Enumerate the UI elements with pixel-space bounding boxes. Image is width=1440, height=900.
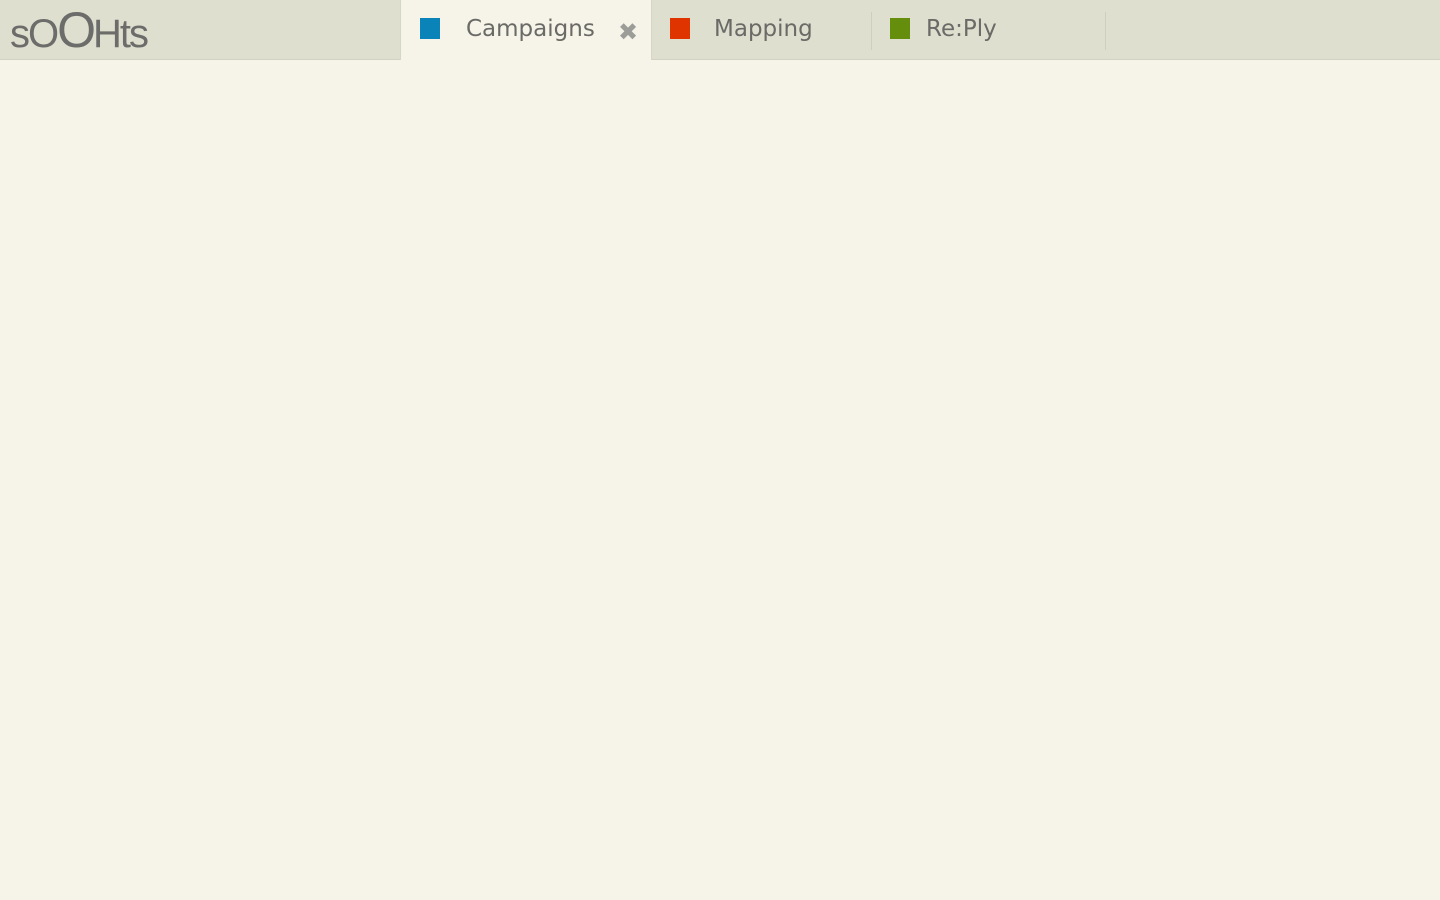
logo-part: O: [57, 2, 96, 58]
top-bar: sOOHts Campaigns ✖ Mapping Re:Ply: [0, 0, 1440, 60]
tab-color-swatch: [890, 18, 910, 39]
tab-color-swatch: [670, 18, 690, 39]
tab-campaigns[interactable]: Campaigns ✖: [400, 0, 652, 60]
tab-label: Re:Ply: [926, 16, 997, 42]
tab-divider: [1105, 12, 1106, 50]
tab-bar: Campaigns ✖ Mapping Re:Ply: [400, 0, 1106, 60]
logo-part: s: [10, 12, 30, 56]
tab-mapping[interactable]: Mapping: [652, 0, 872, 60]
logo-part: O: [28, 12, 59, 56]
tab-label: Mapping: [714, 16, 813, 42]
tab-label: Campaigns: [466, 16, 595, 42]
app-logo[interactable]: sOOHts: [10, 2, 149, 58]
main-content-area: [0, 60, 1440, 900]
tab-color-swatch: [420, 18, 440, 39]
logo-part: Hts: [93, 12, 149, 56]
tab-reply[interactable]: Re:Ply: [872, 0, 1106, 60]
close-icon[interactable]: ✖: [617, 20, 639, 44]
